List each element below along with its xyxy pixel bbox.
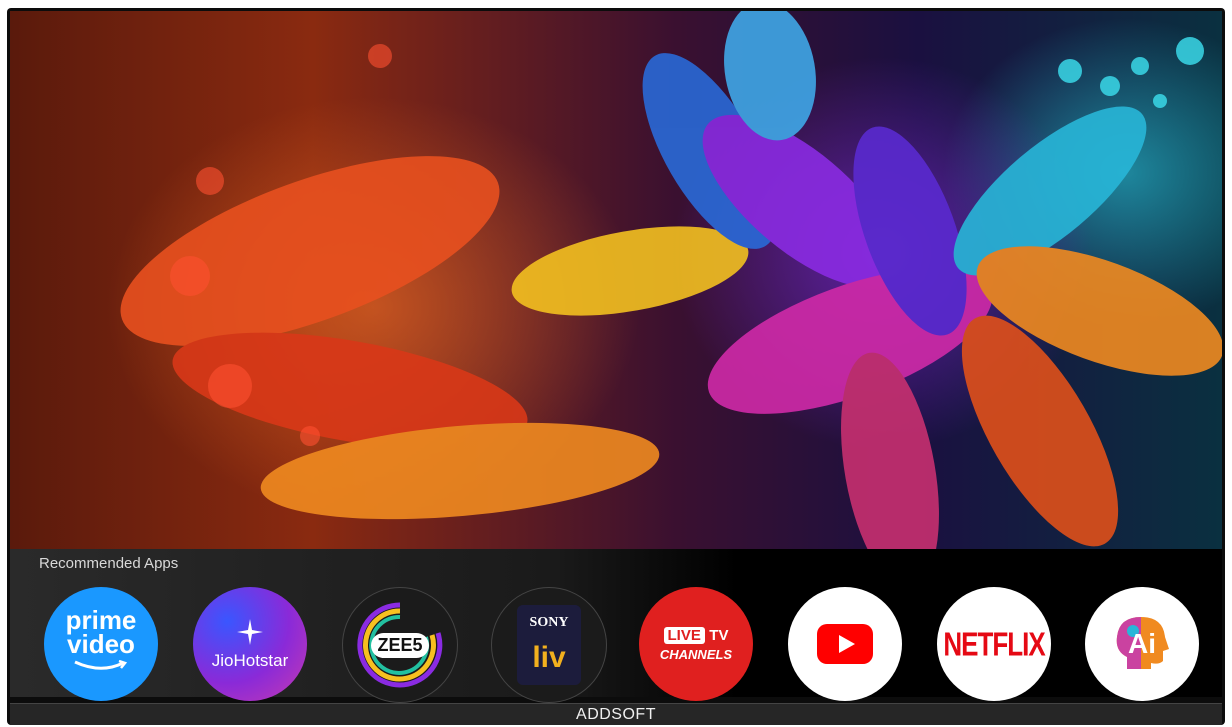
live-badge: LIVE bbox=[663, 626, 705, 644]
tv-label: TV bbox=[709, 626, 729, 644]
recommended-apps-dock: Recommended Apps prime video JioHotstar bbox=[10, 549, 1222, 703]
app-prime-video[interactable]: prime video bbox=[44, 587, 158, 701]
wallpaper bbox=[10, 11, 1222, 549]
sony-label: SONY bbox=[529, 615, 569, 630]
liv-label: liv bbox=[532, 641, 566, 674]
tv-screen: Recommended Apps prime video JioHotstar bbox=[7, 8, 1225, 725]
dock-title: Recommended Apps bbox=[39, 555, 179, 572]
channels-label: CHANNELS bbox=[659, 646, 733, 662]
play-icon bbox=[817, 624, 873, 664]
app-sonyliv[interactable]: SONY liv bbox=[491, 587, 607, 703]
jiohotstar-label: JioHotstar bbox=[211, 650, 289, 670]
star-icon bbox=[237, 618, 263, 645]
app-ai[interactable]: Ai bbox=[1085, 587, 1199, 701]
flower-art bbox=[120, 11, 1222, 549]
app-live-tv-channels[interactable]: LIVE TV CHANNELS bbox=[639, 587, 753, 701]
prime-line2: video bbox=[67, 629, 135, 659]
ai-label: Ai bbox=[1128, 628, 1156, 659]
netflix-label: NETFLIX bbox=[943, 623, 1045, 663]
app-zee5[interactable]: ZEE5 bbox=[342, 587, 458, 703]
app-jiohotstar[interactable]: JioHotstar bbox=[193, 587, 307, 701]
brand-footer: ADDSOFT bbox=[10, 703, 1222, 725]
zee5-label: ZEE5 bbox=[371, 632, 429, 658]
app-youtube[interactable] bbox=[788, 587, 902, 701]
smile-icon bbox=[74, 659, 128, 670]
app-netflix[interactable]: NETFLIX bbox=[937, 587, 1051, 701]
